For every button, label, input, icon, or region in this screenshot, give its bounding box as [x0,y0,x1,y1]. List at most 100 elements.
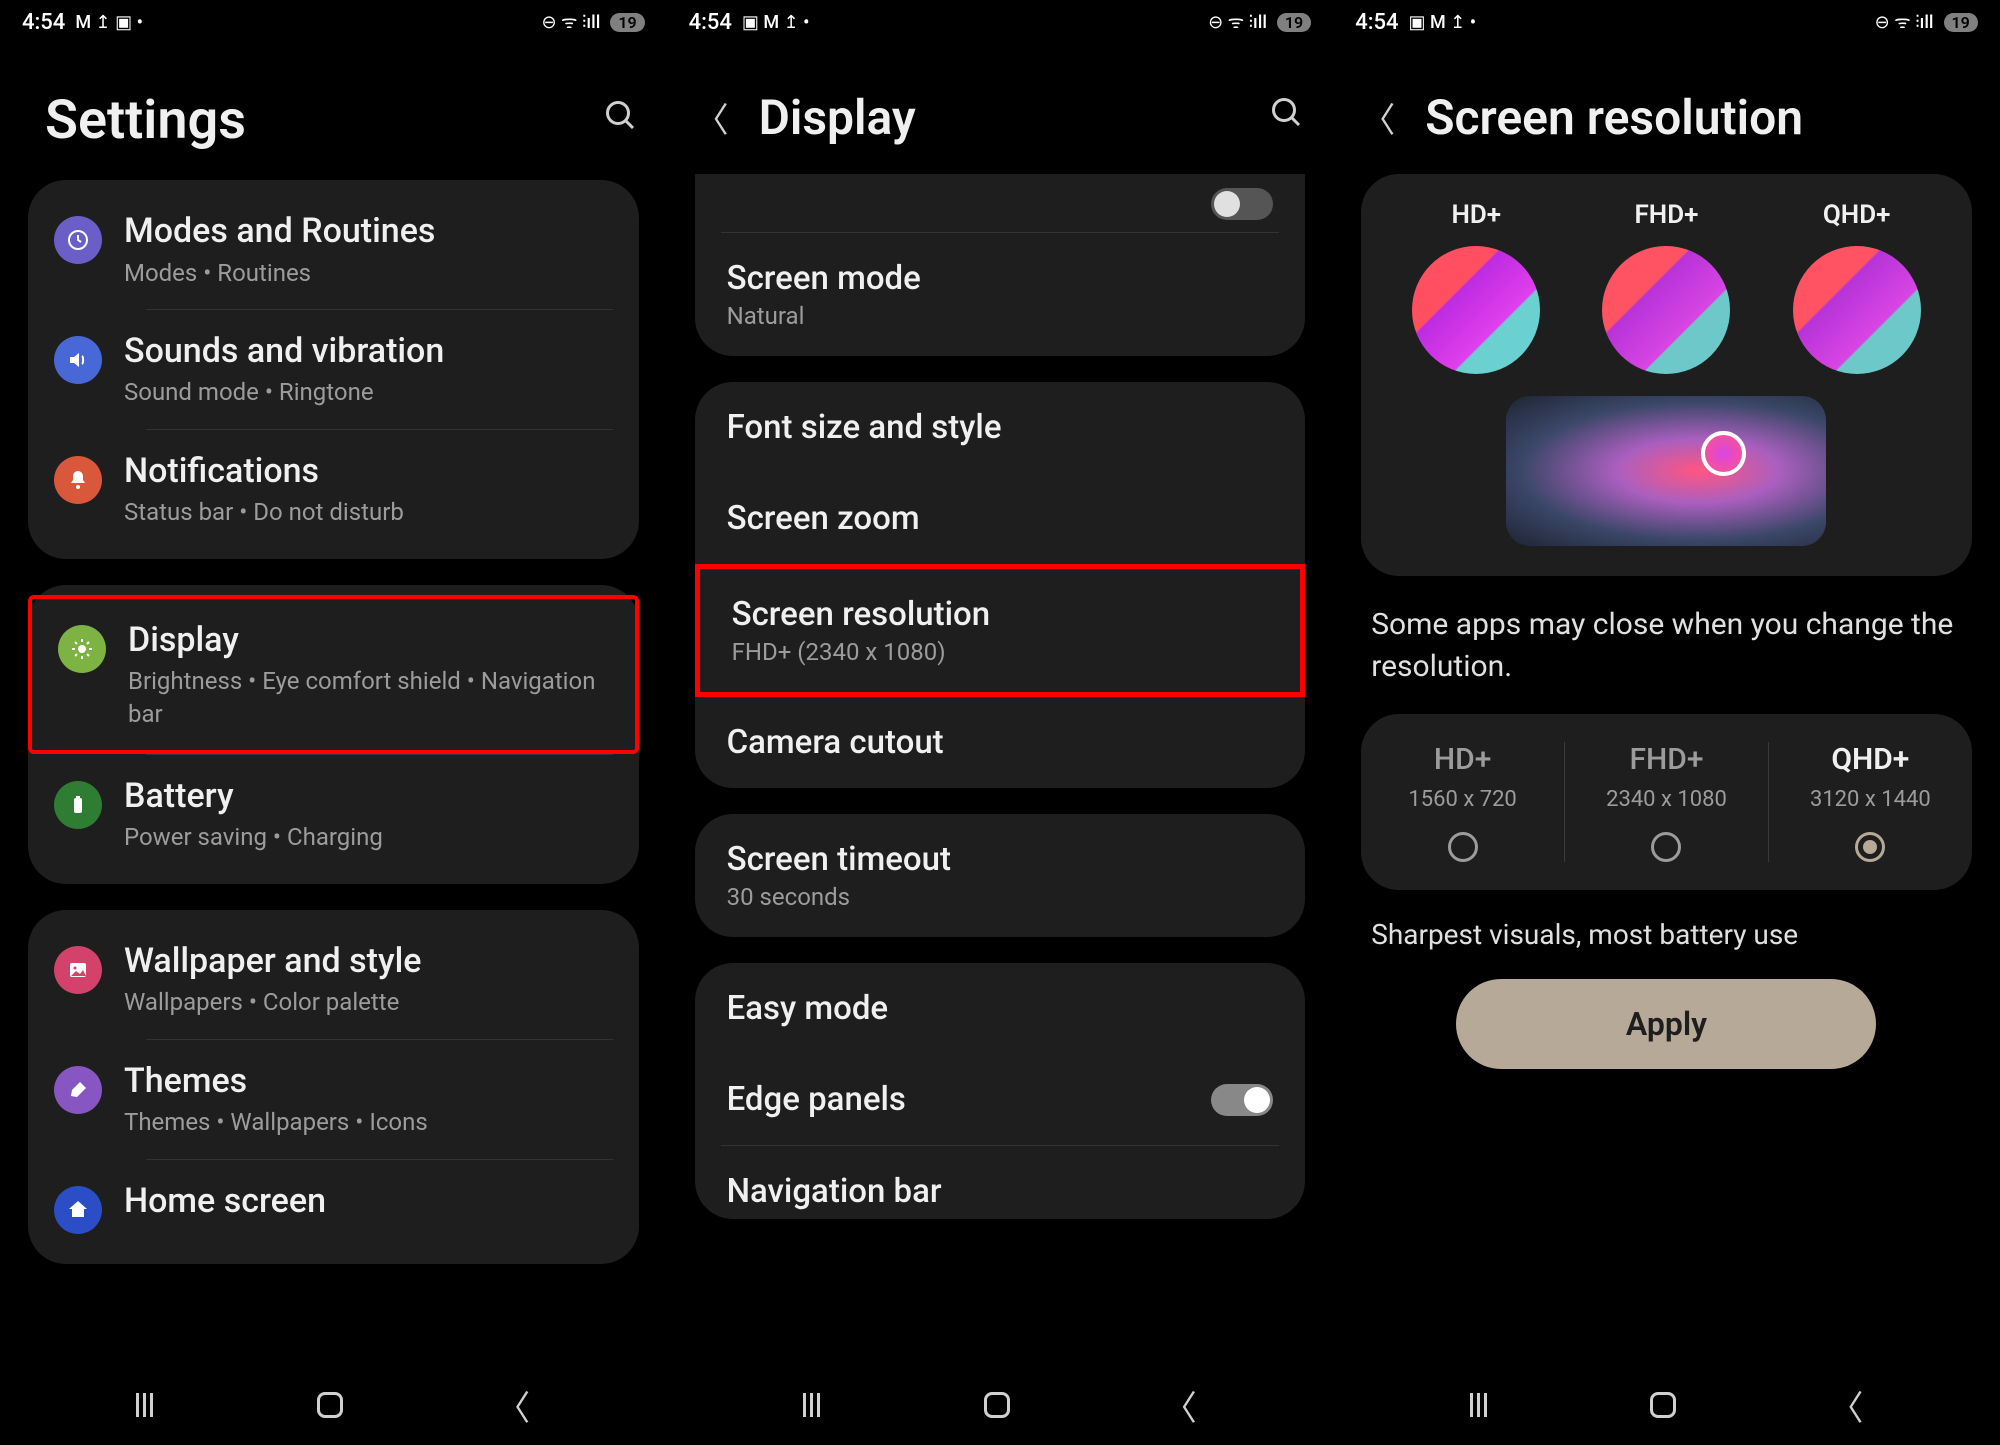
status-bar: 4:54 M ↥ ▣ • ⊖ ᯤ ⫶ıll 19 [0,0,667,44]
status-icons-left: ▣ M ↥ • [1409,12,1477,33]
status-icons-left: ▣ M ↥ • [742,12,810,33]
screen-display: 4:54 ▣ M ↥ • ⊖ ᯤ ⫶ıll 19 〈 Display Scree… [667,0,1334,1445]
easy-mode-row[interactable]: Easy mode [695,963,1306,1054]
row-title: Battery [124,775,613,818]
back-button[interactable]: 〈 [1361,93,1395,142]
row-title: Modes and Routines [124,210,613,253]
clock-icon [54,216,102,264]
apply-button[interactable]: Apply [1456,979,1876,1069]
resolution-option-qhdplus[interactable]: QHD+ 3120 x 1440 [1769,742,1972,862]
nav-home-button[interactable] [984,1392,1010,1418]
preview-hdplus[interactable]: HD+ [1412,200,1540,374]
status-icons-right: ⊖ ᯤ ⫶ıll [541,10,600,34]
screen-timeout-row[interactable]: Screen timeout 30 seconds [695,814,1306,937]
unknown-toggle-row[interactable] [695,174,1306,232]
brush-icon [54,1066,102,1114]
bell-icon [54,456,102,504]
preview-label: FHD+ [1635,200,1699,230]
page-title: Display [759,89,1250,146]
status-icons-right: ⊖ ᯤ ⫶ıll [1875,10,1934,34]
navigation-bar-row[interactable]: Navigation bar [695,1146,1306,1219]
status-icons-right: ⊖ ᯤ ⫶ıll [1208,10,1267,34]
radio[interactable] [1448,832,1478,862]
row-sub: Modes • Routines [124,257,613,289]
time: 4:54 [22,10,65,35]
search-icon[interactable] [603,98,639,143]
time: 4:54 [1355,10,1398,35]
nav-bar: 〈 [0,1365,667,1445]
screen-resolution-row[interactable]: Screen resolution FHD+ (2340 x 1080) [695,564,1306,697]
preview-qhdplus[interactable]: QHD+ [1793,200,1921,374]
search-icon[interactable] [1269,95,1305,140]
setting-row-themes[interactable]: ThemesThemes • Wallpapers • Icons [28,1040,639,1159]
option-name: QHD+ [1831,742,1909,777]
status-icons-left: M ↥ ▣ • [75,12,143,33]
resolution-preview-card: HD+ FHD+ QHD+ [1361,174,1972,576]
radio[interactable] [1855,832,1885,862]
display-list[interactable]: Screen mode Natural Font size and style … [667,174,1334,1365]
edge-panels-toggle[interactable] [1211,1084,1273,1116]
setting-row-modes[interactable]: Modes and Routines Modes • Routines [28,190,639,309]
row-sub: Power saving • Charging [124,821,613,853]
row-title: Themes [124,1060,613,1103]
nav-home-button[interactable] [1650,1392,1676,1418]
edge-panels-row[interactable]: Edge panels [695,1054,1306,1145]
screen-settings: 4:54 M ↥ ▣ • ⊖ ᯤ ⫶ıll 19 Settings Modes … [0,0,667,1445]
row-title: Home screen [124,1180,613,1223]
nav-back-button[interactable]: 〈 [1163,1381,1197,1430]
row-sub: Status bar • Do not disturb [124,496,613,528]
toggle[interactable] [1211,188,1273,220]
setting-row-wallpaper[interactable]: Wallpaper and styleWallpapers • Color pa… [28,920,639,1039]
home-icon [54,1186,102,1234]
setting-row-sounds[interactable]: Sounds and vibrationSound mode • Rington… [28,310,639,429]
back-button[interactable]: 〈 [695,93,729,142]
nav-bar: 〈 [667,1365,1334,1445]
settings-header: Settings [0,44,667,180]
resolution-option-fhdplus[interactable]: FHD+ 2340 x 1080 [1565,742,1769,862]
zoom-row[interactable]: Screen zoom [695,473,1306,564]
settings-list[interactable]: Modes and Routines Modes • Routines Sounds… [0,180,667,1365]
preview-label: QHD+ [1823,200,1891,230]
nav-bar: 〈 [1333,1365,2000,1445]
loupe-icon [1701,431,1746,476]
settings-group: DisplayBrightness • Eye comfort shield •… [28,585,639,884]
nav-home-button[interactable] [317,1392,343,1418]
status-bar: 4:54 ▣ M ↥ • ⊖ ᯤ ⫶ıll 19 [1333,0,2000,44]
option-dim: 3120 x 1440 [1810,787,1931,812]
row-sub: Brightness • Eye comfort shield • Naviga… [128,665,609,730]
preview-circle [1793,246,1921,374]
font-row[interactable]: Font size and style [695,382,1306,473]
nav-recents-button[interactable] [803,1393,831,1417]
resolution-selector: HD+ 1560 x 720 FHD+ 2340 x 1080 QHD+ 3120 x 1… [1361,714,1972,890]
nav-recents-button[interactable] [136,1393,164,1417]
preview-fhdplus[interactable]: FHD+ [1602,200,1730,374]
battery-level: 19 [1277,13,1311,32]
option-name: HD+ [1434,742,1492,777]
camera-cutout-row[interactable]: Camera cutout [695,697,1306,788]
setting-row-home[interactable]: Home screen [28,1160,639,1254]
sun-icon [58,625,106,673]
setting-row-display[interactable]: DisplayBrightness • Eye comfort shield •… [28,595,639,754]
status-bar: 4:54 ▣ M ↥ • ⊖ ᯤ ⫶ıll 19 [667,0,1334,44]
resolution-option-hdplus[interactable]: HD+ 1560 x 720 [1361,742,1565,862]
battery-level: 19 [1944,13,1978,32]
option-dim: 1560 x 720 [1408,787,1516,812]
setting-row-battery[interactable]: BatteryPower saving • Charging [28,755,639,874]
screen-mode-row[interactable]: Screen mode Natural [695,233,1306,356]
resolution-note: Some apps may close when you change the … [1371,604,1962,688]
setting-row-notifications[interactable]: NotificationsStatus bar • Do not disturb [28,430,639,549]
preview-circle [1602,246,1730,374]
nav-back-button[interactable]: 〈 [1829,1381,1863,1430]
radio[interactable] [1651,832,1681,862]
picture-icon [54,946,102,994]
nav-back-button[interactable]: 〈 [496,1381,530,1430]
resolution-content: HD+ FHD+ QHD+ Some apps may close when you… [1333,174,2000,1365]
nav-recents-button[interactable] [1470,1393,1498,1417]
resolution-header: 〈 Screen resolution [1333,44,2000,174]
row-title: Notifications [124,450,613,493]
option-name: FHD+ [1629,742,1703,777]
option-dim: 2340 x 1080 [1606,787,1727,812]
resolution-description: Sharpest visuals, most battery use [1371,918,1962,951]
wallpaper-preview [1506,396,1826,546]
page-title: Screen resolution [1425,89,1972,146]
